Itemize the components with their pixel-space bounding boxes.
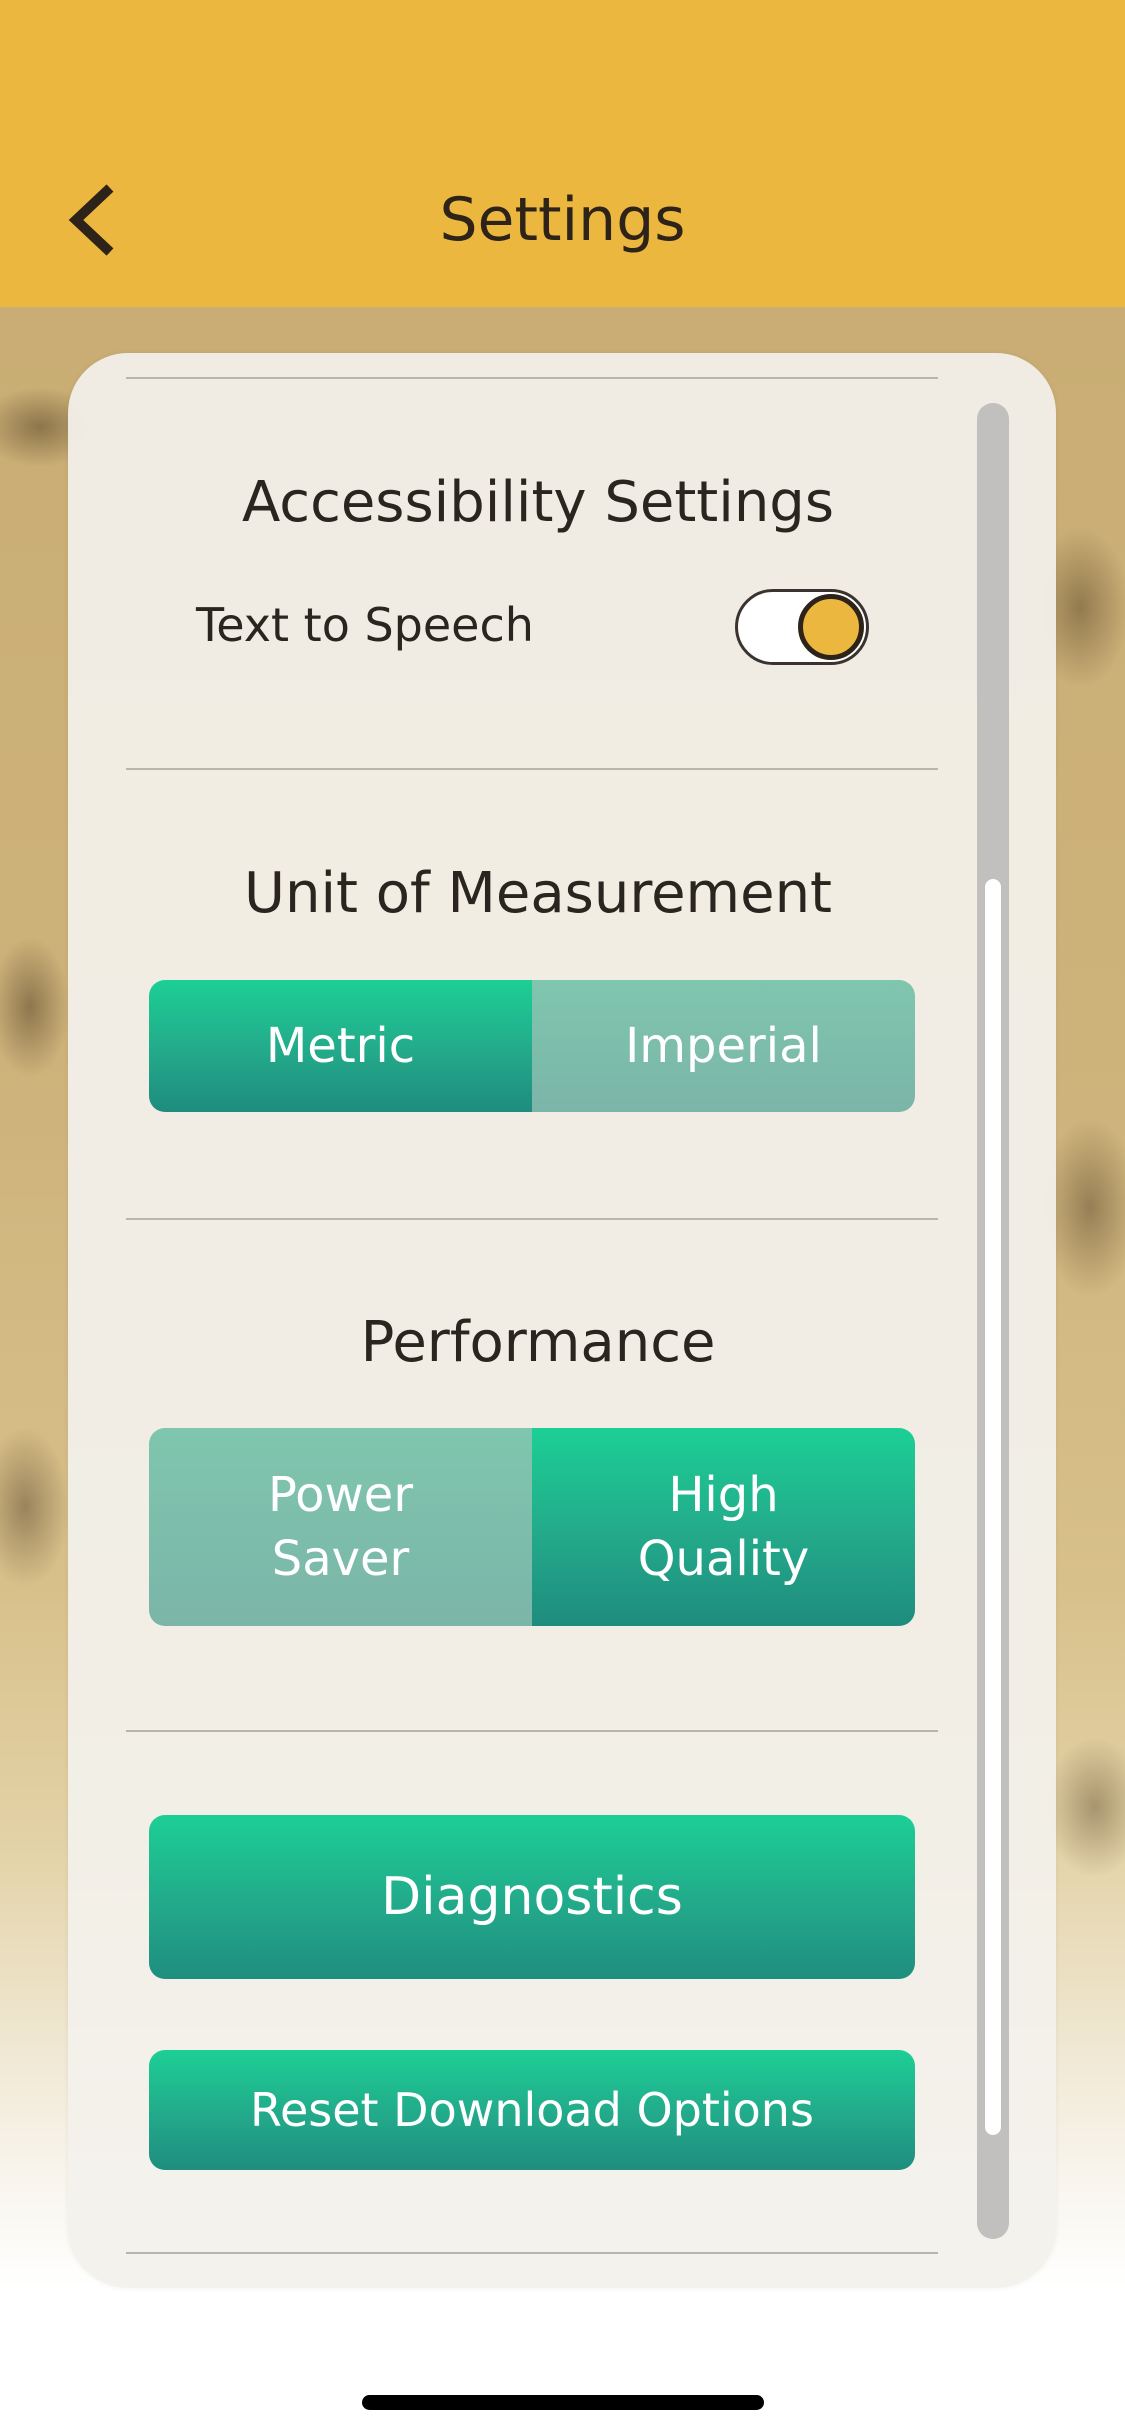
toggle-knob <box>798 594 864 660</box>
accessibility-section-title: Accessibility Settings <box>241 470 835 535</box>
divider <box>126 768 938 770</box>
home-indicator[interactable] <box>362 2395 764 2410</box>
performance-section-title: Performance <box>360 1310 716 1375</box>
divider <box>126 1730 938 1732</box>
divider <box>126 1218 938 1220</box>
power-saver-option[interactable]: Power Saver <box>149 1428 532 1626</box>
metric-option[interactable]: Metric <box>149 980 532 1112</box>
performance-segmented-control: Power Saver High Quality <box>149 1428 915 1626</box>
diagnostics-button[interactable]: Diagnostics <box>149 1815 915 1979</box>
imperial-option[interactable]: Imperial <box>532 980 915 1112</box>
page-title: Settings <box>439 185 686 255</box>
header-bar: Settings <box>0 0 1125 307</box>
text-to-speech-toggle[interactable] <box>735 589 869 665</box>
divider <box>126 2252 938 2254</box>
high-quality-option[interactable]: High Quality <box>532 1428 915 1626</box>
divider <box>126 377 938 379</box>
scrollbar[interactable] <box>977 403 1009 2239</box>
unit-section-title: Unit of Measurement <box>243 861 833 926</box>
reset-download-options-button[interactable]: Reset Download Options <box>149 2050 915 2170</box>
unit-segmented-control: Metric Imperial <box>149 980 915 1112</box>
scrollbar-thumb[interactable] <box>985 879 1001 2135</box>
settings-card: Accessibility Settings Text to Speech Un… <box>68 353 1056 2288</box>
text-to-speech-label: Text to Speech <box>196 598 534 652</box>
